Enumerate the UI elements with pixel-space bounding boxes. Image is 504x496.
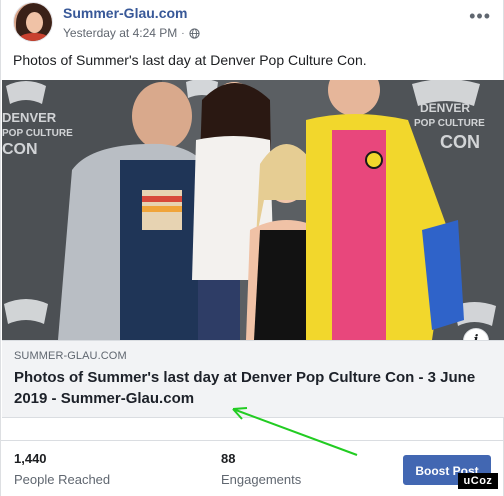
globe-icon[interactable] xyxy=(189,27,200,39)
page-avatar[interactable] xyxy=(13,2,53,42)
post-text: Photos of Summer's last day at Denver Po… xyxy=(13,52,367,68)
photo-illustration: DENVER POP CULTURE CON DENVER POP CULTUR… xyxy=(2,80,504,340)
ucoz-watermark: uCoz xyxy=(458,473,498,489)
link-domain: SUMMER-GLAU.COM xyxy=(14,350,127,362)
people-reached-value: 1,440 xyxy=(14,451,47,466)
post-meta: Yesterday at 4:24 PM · xyxy=(63,26,200,40)
backdrop-logo-right: DENVER xyxy=(420,101,470,115)
backdrop-logo-left-2: POP CULTURE xyxy=(2,128,73,139)
post-photo[interactable]: DENVER POP CULTURE CON DENVER POP CULTUR… xyxy=(2,80,504,340)
engagements-stat: 88 Engagements xyxy=(221,451,301,487)
post-timestamp[interactable]: Yesterday at 4:24 PM xyxy=(63,26,177,40)
meta-separator: · xyxy=(181,27,185,39)
link-preview[interactable]: SUMMER-GLAU.COM Photos of Summer's last … xyxy=(2,340,504,418)
engagements-value: 88 xyxy=(221,451,236,466)
post-header: Summer-Glau.com Yesterday at 4:24 PM · •… xyxy=(13,2,493,44)
backdrop-logo-right-3: CON xyxy=(440,132,480,152)
more-options-icon[interactable]: ••• xyxy=(469,6,491,27)
facebook-post: Summer-Glau.com Yesterday at 4:24 PM · •… xyxy=(0,0,504,496)
engagements-label: Engagements xyxy=(221,472,302,487)
backdrop-logo-left-3: CON xyxy=(2,141,38,158)
backdrop-logo-right-2: POP CULTURE xyxy=(414,118,485,129)
link-title[interactable]: Photos of Summer's last day at Denver Po… xyxy=(14,367,484,409)
people-reached-stat: 1,440 People Reached xyxy=(14,451,110,487)
backdrop-logo-left: DENVER xyxy=(2,110,57,125)
page-name-link[interactable]: Summer-Glau.com xyxy=(63,5,187,21)
people-reached-label: People Reached xyxy=(14,472,111,487)
